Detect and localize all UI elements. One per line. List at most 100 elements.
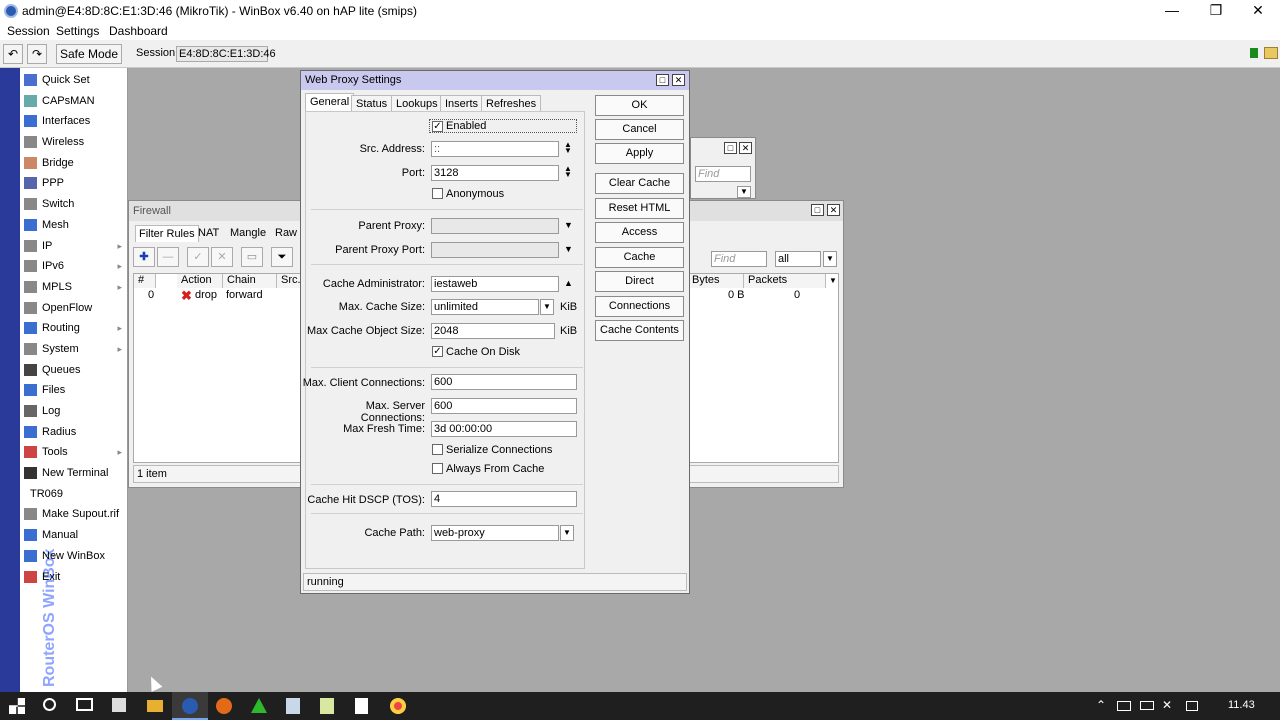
max-server-connections-input[interactable]: 600: [431, 398, 577, 414]
parent-proxy-dropdown-icon[interactable]: ▼: [564, 220, 573, 230]
sidebar-item[interactable]: IP ▸: [22, 236, 128, 257]
sidebar-item[interactable]: Tools ▸: [22, 442, 128, 463]
store-icon[interactable]: [112, 698, 126, 712]
dialog-close-icon[interactable]: ✕: [672, 74, 685, 86]
clock[interactable]: 11.43: [1228, 699, 1255, 711]
sidebar-item[interactable]: Manual: [22, 525, 128, 546]
anonymous-checkbox[interactable]: [432, 188, 443, 199]
safe-mode-button[interactable]: Safe Mode: [56, 44, 122, 64]
tab-mangle[interactable]: Mangle: [227, 225, 269, 242]
column-bytes[interactable]: Bytes: [688, 274, 744, 288]
task-view-icon[interactable]: [76, 698, 93, 711]
max-fresh-time-input[interactable]: 3d 00:00:00: [431, 421, 577, 437]
disable-rule-icon[interactable]: ✕: [211, 247, 233, 267]
src-address-input[interactable]: ::: [431, 141, 559, 157]
spin-down-icon[interactable]: ▼: [564, 147, 572, 155]
src-address-spin-icon[interactable]: ▲ ▼: [564, 141, 572, 155]
firewall-close-icon[interactable]: ✕: [827, 204, 840, 216]
cache-hit-dscp-input[interactable]: 4: [431, 491, 577, 507]
max-cache-size-dropdown-icon[interactable]: ▼: [540, 299, 554, 315]
firefox-icon[interactable]: [216, 698, 232, 714]
sidebar-item[interactable]: IPv6 ▸: [22, 256, 128, 277]
search-icon[interactable]: [43, 698, 56, 711]
sidebar-item[interactable]: Files: [22, 380, 128, 401]
column-chain[interactable]: Chain: [223, 274, 277, 288]
max-cache-size-input[interactable]: unlimited: [431, 299, 539, 315]
menu-session[interactable]: Session: [7, 24, 50, 38]
tab-inserts[interactable]: Inserts: [440, 95, 484, 112]
redo-button[interactable]: ↷: [27, 44, 47, 64]
filter-select-arrow-icon[interactable]: ▼: [823, 251, 837, 267]
menu-settings[interactable]: Settings: [56, 24, 99, 38]
menu-dashboard[interactable]: Dashboard: [109, 24, 168, 38]
tab-filter-rules[interactable]: Filter Rules: [135, 225, 199, 242]
always-from-cache-checkbox[interactable]: [432, 463, 443, 474]
add-rule-icon[interactable]: ✚: [133, 247, 155, 267]
sidebar-item[interactable]: TR069: [22, 484, 128, 505]
tab-refreshes[interactable]: Refreshes: [481, 95, 542, 112]
minimize-button[interactable]: —: [1150, 0, 1194, 22]
sidebar-item[interactable]: Switch: [22, 194, 128, 215]
tab-lookups[interactable]: Lookups: [391, 95, 443, 112]
serialize-connections-checkbox[interactable]: [432, 444, 443, 455]
cancel-button[interactable]: Cancel: [595, 119, 684, 140]
tab-general[interactable]: General: [305, 93, 355, 112]
sidebar-item[interactable]: Wireless: [22, 132, 128, 153]
dialog-maximize-icon[interactable]: □: [656, 74, 669, 86]
tray-chevron-up-icon[interactable]: ⌃: [1096, 698, 1106, 712]
volume-muted-icon[interactable]: ✕: [1162, 698, 1172, 712]
parent-proxy-port-dropdown-icon[interactable]: ▼: [564, 244, 573, 254]
max-cache-object-size-input[interactable]: 2048: [431, 323, 555, 339]
sidebar-item[interactable]: Log: [22, 401, 128, 422]
sidebar-item[interactable]: New WinBox: [22, 546, 128, 567]
tab-nat[interactable]: NAT: [195, 225, 222, 242]
access-button[interactable]: Access: [595, 222, 684, 243]
cache-admin-collapse-icon[interactable]: ▲: [564, 278, 573, 288]
sidebar-item[interactable]: Queues: [22, 360, 128, 381]
close-button[interactable]: ✕: [1236, 0, 1280, 22]
cache-admin-input[interactable]: iestaweb: [431, 276, 559, 292]
restore-button[interactable]: ❐: [1194, 0, 1238, 22]
close-icon[interactable]: ✕: [739, 142, 752, 154]
column-src[interactable]: Src.: [277, 274, 301, 288]
cache-path-input[interactable]: web-proxy: [431, 525, 559, 541]
sidebar-item[interactable]: System ▸: [22, 339, 128, 360]
sidebar-item[interactable]: Radius: [22, 422, 128, 443]
cache-button[interactable]: Cache: [595, 247, 684, 268]
direct-button[interactable]: Direct: [595, 271, 684, 292]
sidebar-item[interactable]: Bridge: [22, 153, 128, 174]
port-spin-icon[interactable]: ▲ ▼: [564, 165, 572, 179]
network-icon[interactable]: [1117, 701, 1131, 711]
sidebar-item[interactable]: Make Supout.rif: [22, 504, 128, 525]
maximize-icon[interactable]: □: [724, 142, 737, 154]
column-packets[interactable]: Packets: [744, 274, 826, 288]
columns-menu-icon[interactable]: ▼: [826, 274, 840, 288]
sidebar-item[interactable]: Interfaces: [22, 111, 128, 132]
remove-rule-icon[interactable]: —: [157, 247, 179, 267]
file-explorer-icon[interactable]: [147, 700, 163, 712]
sidebar-item[interactable]: Mesh: [22, 215, 128, 236]
app-triangle-icon[interactable]: [251, 698, 267, 713]
sidebar-item[interactable]: CAPsMAN: [22, 91, 128, 112]
cache-contents-button[interactable]: Cache Contents: [595, 320, 684, 341]
sidebar-item[interactable]: New Terminal: [22, 463, 128, 484]
cache-path-dropdown-icon[interactable]: ▼: [560, 525, 574, 541]
port-input[interactable]: 3128: [431, 165, 559, 181]
sidebar-item[interactable]: PPP: [22, 173, 128, 194]
battery-icon[interactable]: [1140, 701, 1154, 710]
spin-down-icon[interactable]: ▼: [564, 171, 572, 179]
notepad-icon[interactable]: [286, 698, 300, 714]
undo-button[interactable]: ↶: [3, 44, 23, 64]
apply-button[interactable]: Apply: [595, 143, 684, 164]
filter-icon[interactable]: ⏷: [271, 247, 293, 267]
session-field[interactable]: E4:8D:8C:E1:3D:46: [176, 46, 276, 62]
find-input[interactable]: Find: [695, 166, 751, 182]
comment-icon[interactable]: ▭: [241, 247, 263, 267]
column-action[interactable]: Action: [177, 274, 223, 288]
sidebar-item[interactable]: Routing ▸: [22, 318, 128, 339]
sidebar-item[interactable]: OpenFlow: [22, 298, 128, 319]
cache-on-disk-checkbox[interactable]: ✓: [432, 346, 443, 357]
sidebar-item[interactable]: Quick Set: [22, 70, 128, 91]
ok-button[interactable]: OK: [595, 95, 684, 116]
firewall-find-input[interactable]: Find: [711, 251, 767, 267]
